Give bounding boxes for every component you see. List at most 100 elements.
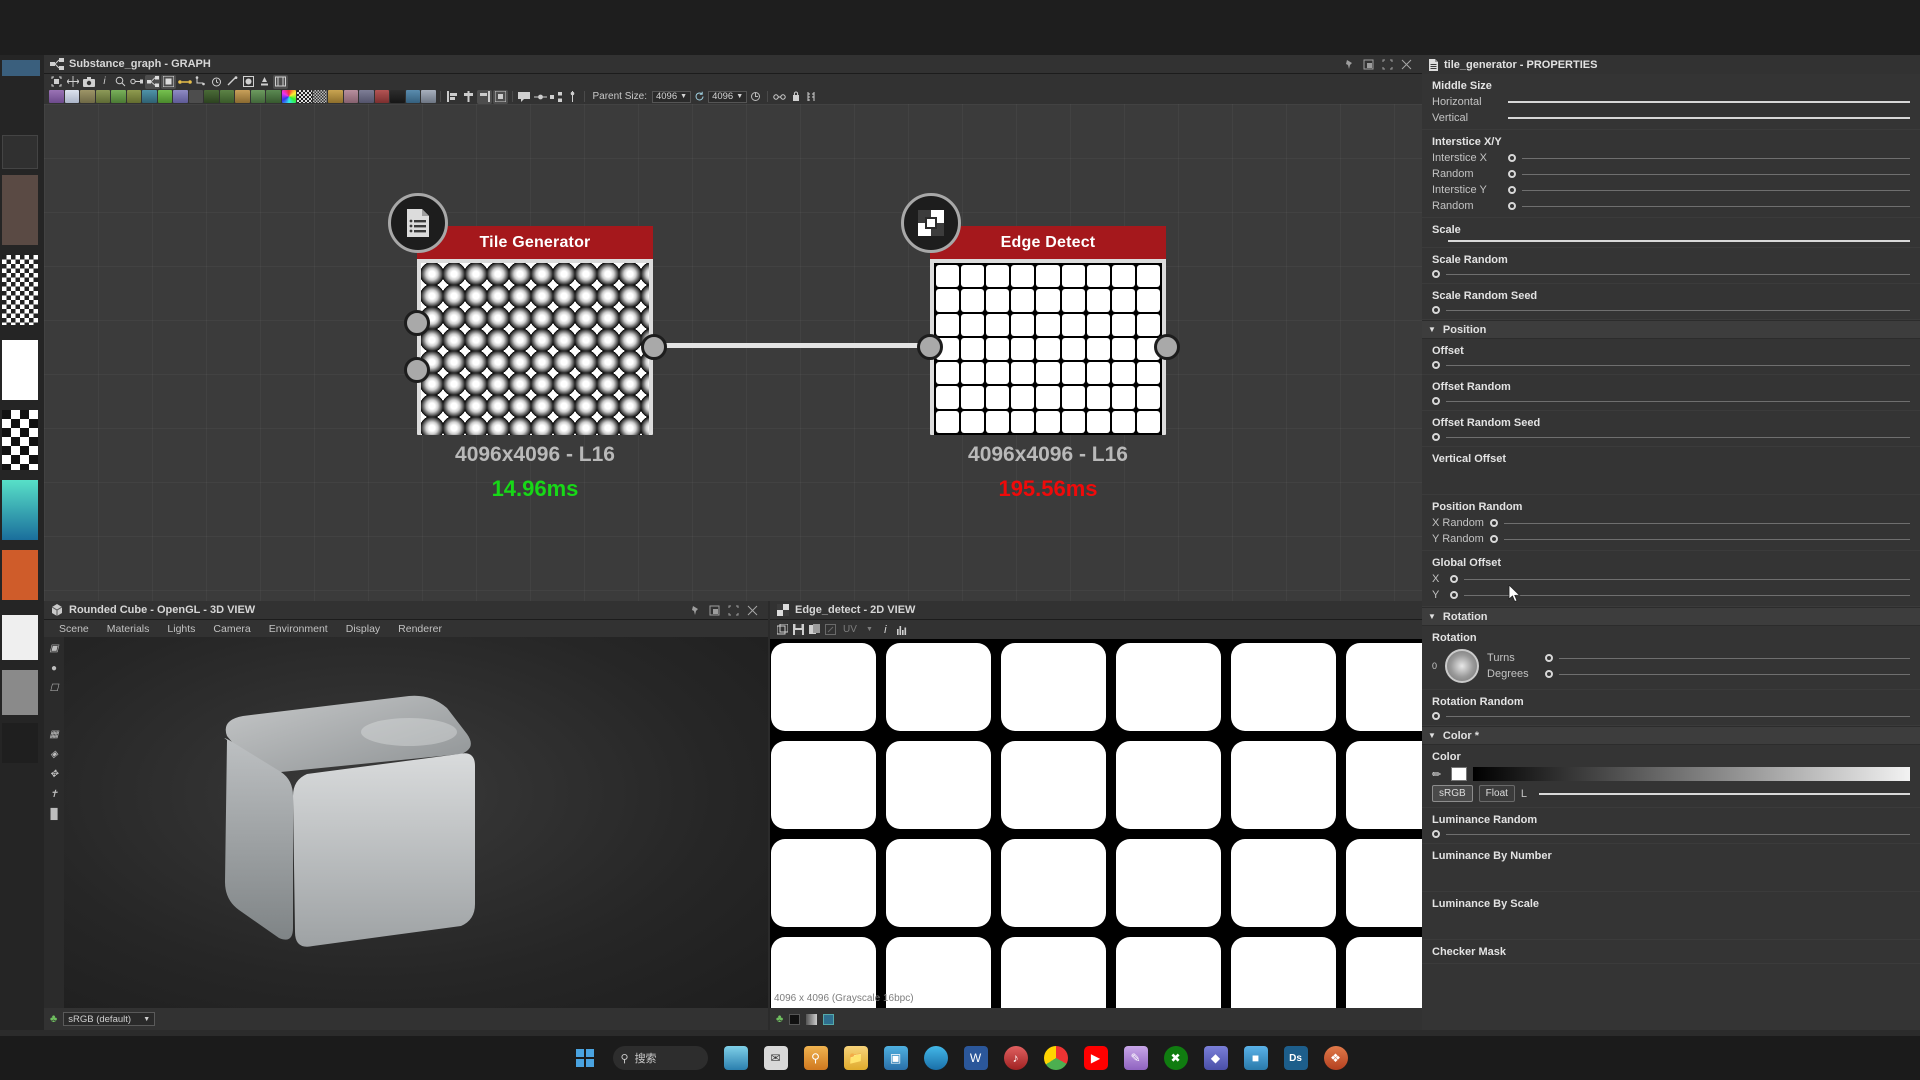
bitmap-node-icon[interactable]	[64, 90, 79, 103]
connection-wire[interactable]	[642, 343, 942, 348]
scale-random-row[interactable]	[1432, 268, 1920, 280]
degrees-slider[interactable]	[1559, 673, 1910, 675]
document-list-icon[interactable]	[388, 193, 448, 253]
global-offset-y-knob[interactable]	[1450, 591, 1458, 599]
pin-icon[interactable]	[690, 605, 701, 616]
color-mode-row[interactable]: sRGB Float L	[1432, 783, 1920, 804]
taskbar-search[interactable]: ⚲ 搜索	[612, 1046, 708, 1070]
image-icon[interactable]: ☐	[47, 683, 61, 697]
menu-renderer[interactable]: Renderer	[389, 623, 451, 635]
mask-node-icon[interactable]	[343, 90, 358, 103]
edge-detect-input-port[interactable]	[917, 334, 943, 360]
align-center-icon[interactable]	[461, 90, 476, 104]
y-random-row[interactable]: Y Random	[1432, 531, 1920, 547]
video-icon[interactable]: ■	[1243, 1046, 1268, 1070]
view3d-viewport[interactable]	[44, 637, 768, 1008]
scale-random-seed-knob[interactable]	[1432, 306, 1440, 314]
hsl-node-icon[interactable]	[173, 90, 188, 103]
offset-random-seed-slider[interactable]	[1446, 436, 1910, 438]
prop-group-rotation[interactable]: ▼ Rotation	[1422, 607, 1920, 626]
warp-node-icon[interactable]	[266, 90, 281, 103]
gradient-node-icon[interactable]	[157, 90, 172, 103]
info-icon[interactable]: i	[97, 75, 112, 89]
scale-random-knob[interactable]	[1432, 270, 1440, 278]
interstice-y-row[interactable]: Interstice Y	[1432, 182, 1920, 198]
x-random-knob[interactable]	[1490, 519, 1498, 527]
windows-icon[interactable]	[573, 1046, 597, 1070]
scale-row[interactable]	[1432, 238, 1920, 244]
comment-node-icon[interactable]	[405, 90, 420, 103]
emboss-node-icon[interactable]	[142, 90, 157, 103]
menu-scene[interactable]: Scene	[50, 623, 98, 635]
pin-node-icon[interactable]	[533, 90, 548, 104]
srgb-button[interactable]: sRGB	[1432, 785, 1473, 802]
interstice-y-random-row[interactable]: Random	[1432, 198, 1920, 214]
turns-knob[interactable]	[1545, 654, 1554, 662]
edge-detect-frame[interactable]: Edge Detect	[930, 226, 1166, 435]
notes-icon[interactable]: ✎	[1123, 1046, 1148, 1070]
material-icon[interactable]: ◈	[47, 749, 61, 763]
transform-icon[interactable]: ✥	[47, 769, 61, 783]
float-button[interactable]: Float	[1478, 785, 1515, 802]
align-left-icon[interactable]	[445, 90, 460, 104]
interstice-x-slider[interactable]	[1522, 157, 1910, 159]
directional-warp-icon[interactable]	[126, 90, 141, 103]
frame-selection-icon[interactable]	[49, 75, 64, 89]
move-tool-icon[interactable]	[65, 75, 80, 89]
y-random-slider[interactable]	[1504, 538, 1910, 540]
uv-toggle-icon[interactable]	[823, 623, 838, 637]
maximize-icon[interactable]	[728, 605, 739, 616]
link-creation-icon[interactable]	[129, 75, 144, 89]
offset-random-row[interactable]	[1432, 395, 1920, 407]
timer-icon[interactable]	[209, 75, 224, 89]
luminance-random-row[interactable]	[1432, 828, 1920, 840]
color-gradient-bar[interactable]	[1473, 767, 1910, 781]
camera-icon[interactable]	[81, 75, 96, 89]
painter-icon[interactable]: ❖	[1323, 1046, 1348, 1070]
tools-icon[interactable]	[225, 75, 240, 89]
interstice-x-random-row[interactable]: Random	[1432, 166, 1920, 182]
text-node-icon[interactable]	[312, 90, 327, 103]
close-icon[interactable]	[1401, 59, 1412, 70]
output-node-icon[interactable]	[374, 90, 389, 103]
turns-row[interactable]: Turns	[1487, 650, 1920, 666]
restore-icon[interactable]	[1363, 59, 1374, 70]
mail-icon[interactable]: ✉	[763, 1046, 788, 1070]
menu-lights[interactable]: Lights	[158, 623, 204, 635]
degrees-knob[interactable]	[1545, 670, 1554, 678]
interstice-x-row[interactable]: Interstice X	[1432, 150, 1920, 166]
offset-slider[interactable]	[1446, 364, 1910, 366]
menu-materials[interactable]: Materials	[98, 623, 159, 635]
offset-random-seed-row[interactable]	[1432, 431, 1920, 443]
blur-node-icon[interactable]	[95, 90, 110, 103]
lock-icon[interactable]	[788, 90, 803, 104]
pin-icon[interactable]	[1344, 59, 1355, 70]
tile-generator-output-port[interactable]	[641, 334, 667, 360]
checkerboard-icon[interactable]	[901, 193, 961, 253]
pin-icon[interactable]: ✝	[47, 789, 61, 803]
graph-canvas[interactable]: Tile Generator 4096x4096 - L16 14.96ms E…	[44, 104, 1422, 601]
frame-icon[interactable]	[549, 90, 564, 104]
x-random-row[interactable]: X Random	[1432, 515, 1920, 531]
light-icon[interactable]: ●	[47, 663, 61, 677]
chevron-down-icon[interactable]: ▼	[1428, 612, 1436, 621]
x-random-slider[interactable]	[1504, 522, 1910, 524]
levels-node-icon[interactable]	[188, 90, 203, 103]
scale-random-seed-slider[interactable]	[1446, 309, 1910, 311]
interstice-x-random-slider[interactable]	[1522, 173, 1910, 175]
xbox-icon[interactable]: ✖	[1163, 1046, 1188, 1070]
copy-icon[interactable]	[775, 623, 790, 637]
luminance-random-knob[interactable]	[1432, 830, 1440, 838]
preview-icon[interactable]	[241, 75, 256, 89]
noise-node-icon[interactable]	[281, 90, 296, 103]
youtube-icon[interactable]: ▶	[1083, 1046, 1108, 1070]
turns-slider[interactable]	[1559, 657, 1910, 659]
input-node-icon[interactable]	[390, 90, 405, 103]
word-icon[interactable]: W	[963, 1046, 988, 1070]
offset-random-seed-knob[interactable]	[1432, 433, 1440, 441]
parent-size-width[interactable]: 4096 ▼	[651, 90, 692, 103]
rotation-dial[interactable]	[1445, 649, 1480, 683]
node-path-icon[interactable]	[193, 75, 208, 89]
tile-generator-icon[interactable]	[235, 90, 250, 103]
normal-node-icon[interactable]	[204, 90, 219, 103]
